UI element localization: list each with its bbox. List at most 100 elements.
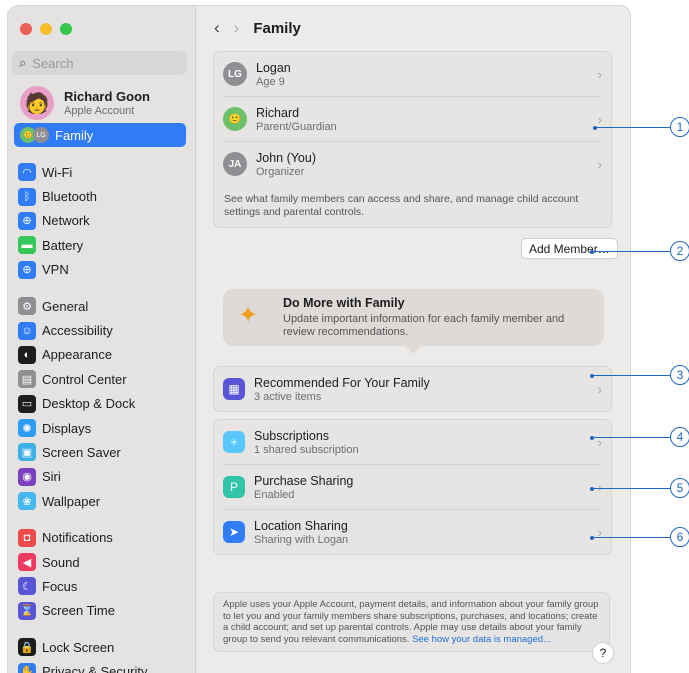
toolbar: ‹ › Family (214, 18, 301, 38)
feature-title: Purchase Sharing (254, 473, 354, 488)
sidebar-item-wallpaper[interactable]: ❀ Wallpaper (14, 489, 190, 513)
avatar: JA (223, 152, 247, 176)
sidebar-item-privacy-security[interactable]: ✋ Privacy & Security (14, 659, 190, 673)
avatar: 🧑 (20, 86, 54, 120)
purchase-sharing-icon: P (223, 476, 245, 498)
system-settings-window: ⌕ 🧑 Richard Goon Apple Account 🙂 LG Fami… (8, 6, 630, 673)
sidebar-item-vpn[interactable]: ⊕ VPN (14, 258, 190, 282)
recommended-subtitle: 3 active items (254, 390, 322, 403)
sidebar-item-control-center[interactable]: ▤ Control Center (14, 367, 190, 391)
callout-dot (590, 249, 594, 254)
sidebar: ⌕ 🧑 Richard Goon Apple Account 🙂 LG Fami… (8, 6, 196, 673)
sidebar-item-battery[interactable]: ▬ Battery (14, 233, 190, 257)
search-input[interactable] (30, 54, 175, 72)
sidebar-item-screen-time[interactable]: ⌛ Screen Time (14, 599, 190, 623)
sidebar-item-bluetooth[interactable]: ᛒ Bluetooth (14, 184, 190, 208)
gear-icon: ⚙ (18, 297, 36, 316)
zoom-button[interactable] (60, 23, 72, 35)
sidebar-item-label: Wi-Fi (42, 164, 73, 180)
sidebar-item-label: Screen Saver (42, 444, 121, 460)
callout-line (592, 251, 670, 252)
sidebar-item-notifications[interactable]: ◘ Notifications (14, 525, 190, 549)
screen-saver-icon: ▣ (18, 443, 36, 462)
main-content: ‹ › Family LG Logan Age 9 › 🙂 Richard Parent/G… (196, 6, 630, 673)
sound-icon: ◀ (18, 553, 36, 572)
sidebar-item-displays[interactable]: ✺ Displays (14, 416, 190, 440)
apple-account-item[interactable]: 🧑 Richard Goon Apple Account (20, 86, 150, 120)
recommended-card: ▦ Recommended For Your Family 3 active i… (213, 366, 612, 412)
sidebar-item-sound[interactable]: ◀ Sound (14, 550, 190, 574)
sidebar-item-desktop-dock[interactable]: ▭ Desktop & Dock (14, 392, 190, 416)
back-button[interactable]: ‹ (214, 18, 220, 38)
callout-number: 5 (670, 478, 689, 498)
vpn-icon: ⊕ (18, 260, 36, 279)
sidebar-item-label: Desktop & Dock (42, 396, 136, 412)
subscriptions-icon: + (223, 431, 245, 453)
callout-line (592, 437, 670, 438)
member-row[interactable]: JA John (You) Organizer › (214, 142, 611, 186)
member-row[interactable]: 🙂 Richard Parent/Guardian › (214, 97, 611, 141)
member-name: Richard (256, 105, 300, 120)
callout-number: 1 (670, 117, 689, 137)
sidebar-item-label: Sound (42, 554, 80, 570)
banner-body: Update important information for each fa… (283, 313, 565, 338)
search-field[interactable]: ⌕ (12, 51, 187, 75)
sidebar-item-label: Displays (42, 420, 92, 436)
sidebar-item-appearance[interactable]: ◐ Appearance (14, 343, 190, 367)
traffic-lights (20, 23, 72, 35)
chevron-right-icon: › (597, 111, 602, 127)
callout-dot (590, 535, 594, 540)
sidebar-item-siri[interactable]: ◉ Siri (14, 465, 190, 489)
sidebar-item-label: Notifications (42, 530, 113, 546)
account-name: Richard Goon (64, 89, 150, 104)
feature-subtitle: Enabled (254, 488, 295, 501)
member-name: Logan (256, 60, 291, 75)
account-subtitle: Apple Account (64, 105, 135, 117)
sidebar-item-label: Siri (42, 469, 61, 485)
screen-time-icon: ⌛ (18, 601, 36, 620)
purchase-sharing-row[interactable]: P Purchase Sharing Enabled › (214, 465, 611, 509)
sidebar-item-lock-screen[interactable]: 🔒 Lock Screen (14, 635, 190, 659)
sidebar-item-family[interactable]: 🙂 LG Family (14, 123, 186, 147)
notifications-icon: ◘ (18, 528, 36, 547)
wallpaper-icon: ❀ (18, 492, 36, 511)
sidebar-item-label: Privacy & Security (42, 664, 148, 673)
member-row[interactable]: LG Logan Age 9 › (214, 52, 611, 96)
sidebar-item-wi-fi[interactable]: ◠ Wi-Fi (14, 160, 190, 184)
help-button[interactable]: ? (592, 642, 614, 664)
avatar: 🙂 (223, 107, 247, 131)
add-member-button[interactable]: Add Member… (521, 238, 618, 259)
page-title: Family (253, 19, 301, 37)
sidebar-item-general[interactable]: ⚙ General (14, 294, 190, 318)
close-button[interactable] (20, 23, 32, 35)
feature-subtitle: Sharing with Logan (254, 533, 349, 546)
sidebar-item-focus[interactable]: ☾ Focus (14, 574, 190, 598)
recommended-title: Recommended For Your Family (254, 375, 430, 390)
recommended-row[interactable]: ▦ Recommended For Your Family 3 active i… (214, 367, 611, 411)
chevron-right-icon: › (597, 381, 602, 397)
data-managed-link[interactable]: See how your data is managed... (412, 634, 551, 645)
do-more-banner[interactable]: ✦ Do More with Family Update important i… (223, 289, 604, 354)
minimize-button[interactable] (40, 23, 52, 35)
displays-icon: ✺ (18, 419, 36, 438)
family-avatars-icon: 🙂 LG (20, 127, 49, 143)
sidebar-item-label: Family (55, 127, 94, 143)
callout-line (592, 375, 670, 376)
control-center-icon: ▤ (18, 370, 36, 389)
sidebar-item-network[interactable]: ⊕ Network (14, 209, 190, 233)
forward-button[interactable]: › (234, 18, 240, 38)
focus-icon: ☾ (18, 577, 36, 596)
callout-dot (590, 373, 594, 378)
battery-icon: ▬ (18, 236, 36, 255)
callout-dot (590, 486, 594, 491)
sidebar-item-accessibility[interactable]: ☺ Accessibility (14, 318, 190, 342)
subscriptions-row[interactable]: + Subscriptions 1 shared subscription › (214, 420, 611, 464)
siri-icon: ◉ (18, 467, 36, 486)
sidebar-item-screen-saver[interactable]: ▣ Screen Saver (14, 440, 190, 464)
members-description: See what family members can access and s… (224, 193, 579, 218)
location-sharing-row[interactable]: ➤ Location Sharing Sharing with Logan › (214, 510, 611, 554)
sidebar-item-label: Screen Time (42, 603, 115, 619)
recommended-icon: ▦ (223, 378, 245, 400)
wifi-icon: ◠ (18, 163, 36, 182)
desktop-dock-icon: ▭ (18, 394, 36, 413)
